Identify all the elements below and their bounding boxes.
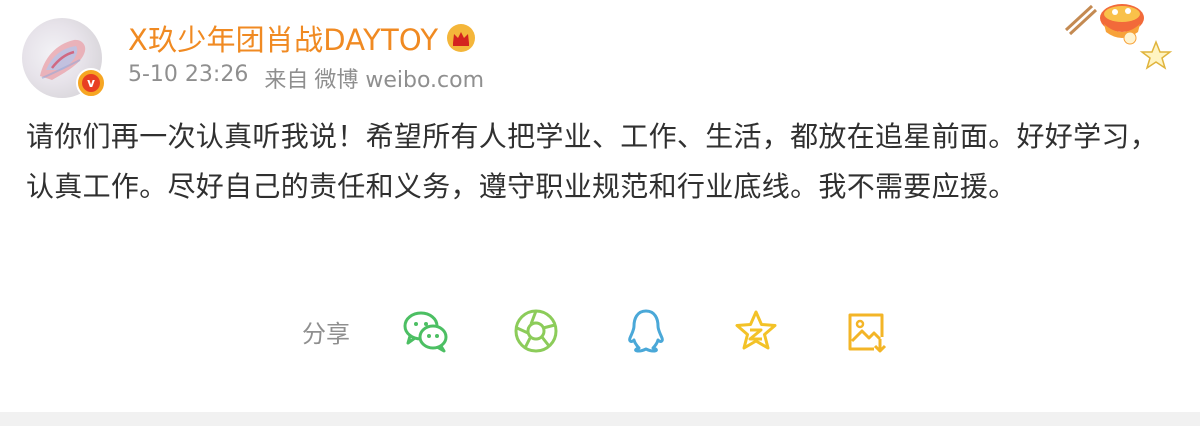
share-save-image-button[interactable] xyxy=(842,307,890,355)
post-timestamp: 5-10 23:26 xyxy=(128,62,249,87)
share-moments-button[interactable] xyxy=(512,307,560,355)
save-image-icon xyxy=(848,313,887,353)
card-decoration-icon xyxy=(1064,4,1173,70)
weibo-post-card: v X玖少年团肖战DAYTOY 5-10 23:26 来自 微博 weibo.c… xyxy=(0,0,1200,426)
wechat-icon xyxy=(403,311,448,353)
post-text: 请你们再一次认真听我说！希望所有人把学业、工作、生活，都放在追星前面。好好学习，… xyxy=(26,120,1159,203)
qzone-icon xyxy=(735,310,777,350)
moments-icon xyxy=(514,309,558,353)
crown-icon[interactable] xyxy=(446,23,476,53)
share-wechat-button[interactable] xyxy=(402,307,450,355)
share-qzone-button[interactable] xyxy=(732,307,780,355)
post-source[interactable]: 微博 weibo.com xyxy=(314,62,484,94)
verified-badge-icon: v xyxy=(76,68,106,98)
author-name[interactable]: X玖少年团肖战DAYTOY xyxy=(128,17,438,59)
share-bar: 分享 xyxy=(302,306,890,356)
share-label: 分享 xyxy=(302,319,350,348)
post-source-prefix: 来自 xyxy=(264,68,309,93)
share-qq-button[interactable] xyxy=(622,307,670,355)
qq-icon xyxy=(628,309,664,353)
card-bottom-divider xyxy=(0,412,1200,426)
post-meta: 5-10 23:26 来自 微博 weibo.com xyxy=(128,62,484,94)
